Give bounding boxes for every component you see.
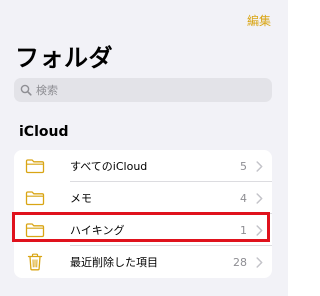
chevron-right-icon bbox=[256, 224, 263, 236]
folder-row-hiking[interactable]: ハイキング 1 bbox=[14, 214, 272, 246]
folder-row-memo[interactable]: メモ 4 bbox=[14, 182, 272, 214]
page-title: フォルダ bbox=[15, 44, 113, 72]
folder-icon bbox=[23, 222, 47, 238]
chevron-right-icon bbox=[256, 160, 263, 172]
folder-count: 28 bbox=[233, 255, 247, 269]
trash-icon bbox=[23, 253, 47, 271]
folder-label: ハイキング bbox=[70, 224, 125, 237]
folder-count: 5 bbox=[240, 159, 247, 173]
folder-label: すべてのiCloud bbox=[70, 160, 148, 173]
folder-count: 4 bbox=[240, 191, 247, 205]
chevron-right-icon bbox=[256, 256, 263, 268]
folder-row-all-icloud[interactable]: すべてのiCloud 5 bbox=[14, 150, 272, 182]
folder-label: メモ bbox=[70, 192, 92, 205]
chevron-right-icon bbox=[256, 192, 263, 204]
folder-label: 最近削除した項目 bbox=[70, 256, 158, 269]
search-input[interactable] bbox=[36, 83, 256, 97]
folder-count: 1 bbox=[240, 223, 247, 237]
folder-list: すべてのiCloud 5 メモ 4 ハイキング 1 最近削除した項目 28 bbox=[14, 150, 272, 278]
edit-button[interactable]: 編集 bbox=[247, 12, 271, 29]
notes-folders-screen: 編集 フォルダ iCloud すべてのiCloud 5 bbox=[0, 0, 288, 296]
search-icon bbox=[20, 84, 32, 96]
search-bar[interactable] bbox=[14, 78, 272, 102]
folder-row-recently-deleted[interactable]: 最近削除した項目 28 bbox=[14, 246, 272, 278]
folder-icon bbox=[23, 158, 47, 174]
folder-icon bbox=[23, 190, 47, 206]
section-header-icloud: iCloud bbox=[19, 124, 69, 140]
